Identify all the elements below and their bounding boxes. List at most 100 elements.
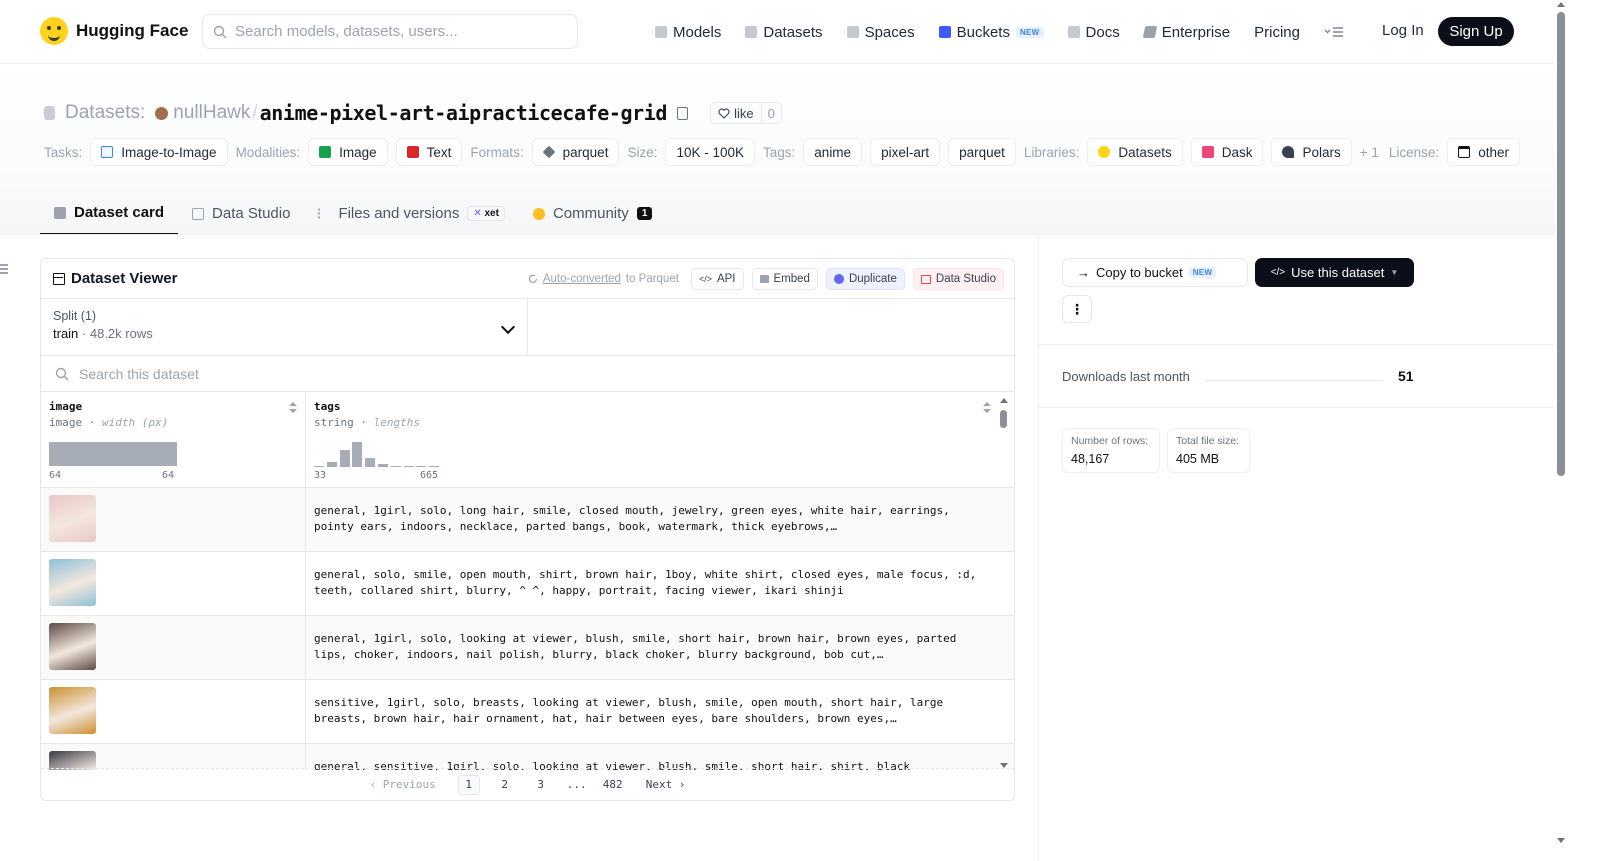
tag-lib-datasets[interactable]: Datasets — [1087, 138, 1183, 166]
scroll-up-icon[interactable] — [1557, 2, 1565, 7]
tags-cell: general, 1girl, solo, looking at viewer,… — [314, 632, 957, 661]
column-tags-header[interactable]: tags string · lengths 33 665 — [306, 392, 999, 487]
scroll-up-icon[interactable] — [1000, 398, 1008, 403]
tag-modality-text[interactable]: Text — [395, 138, 463, 166]
duplicate-button[interactable]: Duplicate — [825, 268, 905, 290]
split-value: train · 48.2k rows — [53, 326, 153, 341]
tag-format[interactable]: parquet — [531, 138, 620, 166]
tag-label: anime — [814, 144, 852, 160]
signup-button[interactable]: Sign Up — [1438, 17, 1514, 46]
table-row[interactable]: general, solo, smile, open mouth, shirt,… — [41, 552, 1014, 616]
table-body: general, 1girl, solo, long hair, smile, … — [41, 488, 1014, 770]
copy-to-bucket-button[interactable]: → Copy to bucket NEW — [1062, 258, 1248, 287]
nav-pricing[interactable]: Pricing — [1254, 24, 1300, 41]
copy-icon[interactable] — [677, 106, 689, 120]
page-button[interactable]: 2 — [494, 775, 516, 795]
polars-icon — [1282, 146, 1295, 158]
tag-size[interactable]: 10K - 100K — [665, 138, 756, 166]
embed-button[interactable]: Embed — [751, 268, 818, 290]
libraries-more[interactable]: + 1 — [1360, 145, 1379, 160]
table-scrollbar[interactable] — [999, 398, 1009, 768]
table-row[interactable]: sensitive, 1girl, solo, breasts, looking… — [41, 680, 1014, 744]
page-button[interactable]: 3 — [530, 775, 552, 795]
next-page-button[interactable]: Next › — [646, 778, 686, 791]
tag-label: 10K - 100K — [676, 144, 745, 160]
column-type: string · lengths — [314, 416, 420, 429]
table-row[interactable]: general, 1girl, solo, looking at viewer,… — [41, 616, 1014, 680]
sort-icon[interactable] — [983, 402, 991, 414]
more-options-button[interactable]: ⋮ — [1062, 295, 1092, 323]
rows-label: Number of rows: — [1071, 435, 1149, 447]
nav-buckets-label: Buckets — [956, 23, 1010, 41]
dataset-search[interactable] — [41, 356, 1014, 392]
more-menu-button[interactable] — [1324, 26, 1344, 38]
repo-name[interactable]: anime-pixel-art-aipracticecafe-grid — [260, 101, 668, 125]
rows-value: 48,167 — [1071, 452, 1110, 466]
community-icon — [532, 207, 545, 220]
global-search-input[interactable] — [235, 23, 555, 40]
nav-buckets[interactable]: Buckets NEW — [938, 23, 1044, 41]
split-selector[interactable]: Split (1) train · 48.2k rows — [41, 299, 528, 355]
hf-logo[interactable]: Hugging Face — [40, 17, 188, 45]
crumb-label: Datasets: — [65, 102, 146, 123]
nav-models[interactable]: Models — [655, 24, 721, 41]
login-link[interactable]: Log In — [1382, 22, 1424, 39]
image-thumbnail[interactable] — [49, 559, 96, 606]
nav-enterprise[interactable]: Enterprise — [1142, 24, 1230, 41]
like-button[interactable]: like 0 — [710, 102, 782, 124]
column-image-header[interactable]: image image · width (px) 64 64 — [41, 392, 306, 487]
page-button[interactable]: 1 — [457, 774, 480, 795]
scrollbar-thumb[interactable] — [1000, 410, 1007, 428]
search-icon — [213, 25, 227, 38]
tab-files[interactable]: Files and versions ✕ xet — [304, 192, 519, 235]
tag-label: Polars — [1302, 144, 1341, 160]
divider — [0, 234, 1555, 235]
data-studio-label: Data Studio — [935, 273, 996, 285]
tag-label: Dask — [1221, 144, 1253, 160]
page-button[interactable]: 482 — [602, 775, 624, 795]
downloads-sparkline — [1205, 380, 1383, 381]
embed-label: Embed — [773, 273, 810, 285]
scroll-down-icon[interactable] — [1557, 838, 1565, 843]
tab-dataset-card[interactable]: Dataset card — [40, 192, 179, 235]
tag-task[interactable]: Image-to-Image — [90, 138, 228, 166]
tag-anime[interactable]: anime — [803, 138, 863, 166]
auto-converted-link[interactable]: Auto-converted — [543, 273, 621, 285]
dataset-search-input[interactable] — [79, 365, 479, 382]
scrollbar-thumb[interactable] — [1557, 12, 1565, 476]
data-studio-button[interactable]: Data Studio — [912, 268, 1004, 290]
image-thumbnail[interactable] — [49, 687, 96, 734]
previous-page-button[interactable]: ‹ Previous — [370, 778, 436, 791]
owner-link[interactable]: nullHawk — [173, 102, 250, 124]
viewer-title-text: Dataset Viewer — [71, 270, 178, 287]
api-button[interactable]: </> API — [690, 268, 744, 290]
histogram-min: 33 — [314, 470, 327, 481]
downloads-label: Downloads last month — [1062, 369, 1190, 384]
nav-spaces-label: Spaces — [864, 23, 915, 41]
sidebar-toggle-icon[interactable] — [0, 264, 8, 274]
tab-data-studio[interactable]: Data Studio — [178, 192, 304, 235]
size-stat-value: 405 MB — [1176, 452, 1220, 466]
histogram-max: 665 — [420, 470, 439, 481]
nav-docs[interactable]: Docs — [1067, 24, 1120, 41]
table-row[interactable]: general, sensitive, 1girl, solo, looking… — [41, 744, 1014, 770]
tag-license[interactable]: other — [1447, 138, 1520, 166]
image-thumbnail[interactable] — [49, 623, 96, 670]
table-row[interactable]: general, 1girl, solo, long hair, smile, … — [41, 488, 1014, 552]
tag-lib-dask[interactable]: Dask — [1190, 138, 1264, 166]
image-thumbnail[interactable] — [49, 495, 96, 542]
tag-modality-image[interactable]: Image — [308, 138, 388, 166]
tag-lib-polars[interactable]: Polars — [1271, 138, 1352, 166]
nav-spaces[interactable]: Spaces — [846, 23, 915, 41]
tag-pixel-art[interactable]: pixel-art — [870, 138, 941, 166]
nav-datasets[interactable]: Datasets — [745, 24, 823, 41]
tags-cell: general, solo, smile, open mouth, shirt,… — [314, 568, 977, 597]
histogram-bar — [429, 465, 440, 467]
page-scrollbar[interactable] — [1555, 0, 1568, 861]
column-name: image — [49, 400, 83, 413]
tag-parquet[interactable]: parquet — [948, 138, 1016, 166]
sort-icon[interactable] — [289, 402, 297, 414]
tab-community[interactable]: Community 1 — [519, 192, 666, 235]
global-search[interactable] — [202, 14, 578, 49]
use-dataset-button[interactable]: </> Use this dataset ▼ — [1255, 258, 1414, 287]
